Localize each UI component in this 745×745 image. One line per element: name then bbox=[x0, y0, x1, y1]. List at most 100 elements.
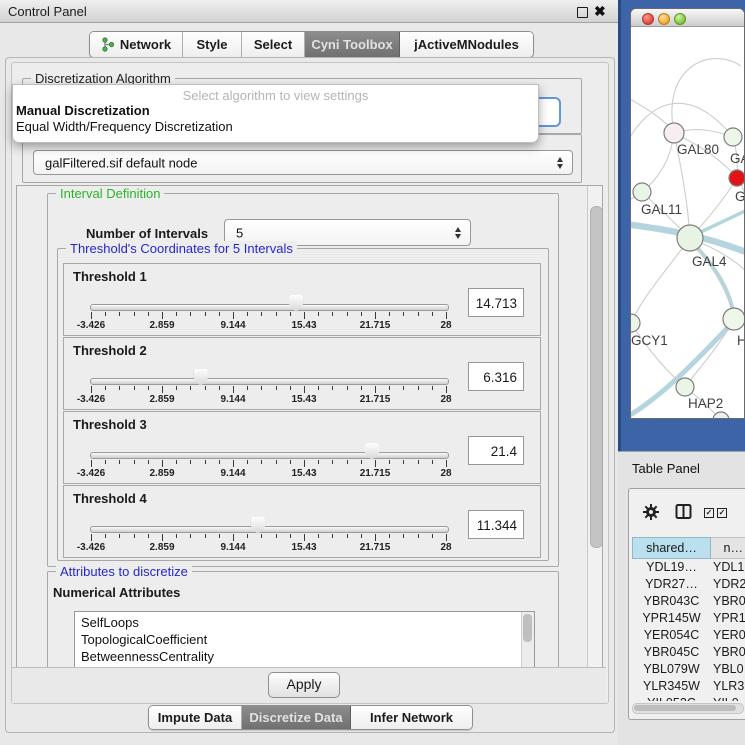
tab-cyni-toolbox[interactable]: Cyni Toolbox bbox=[305, 32, 400, 57]
network-node-gal80[interactable] bbox=[664, 123, 684, 143]
cell-name: YDR2… bbox=[711, 576, 745, 593]
close-icon[interactable]: ✖ bbox=[594, 3, 606, 20]
slider-tick bbox=[205, 534, 206, 538]
cell-shared-name: YDL19… bbox=[632, 559, 711, 576]
tab-impute-data[interactable]: Impute Data bbox=[149, 706, 242, 729]
slider-track[interactable] bbox=[90, 304, 449, 311]
table-row[interactable]: YBL079WYBL0… bbox=[632, 661, 745, 678]
scrollbar-thumb[interactable] bbox=[590, 206, 603, 548]
tick-label: 28 bbox=[440, 542, 451, 553]
threshold-label: Threshold 3 bbox=[73, 417, 147, 432]
apply-strip: Apply bbox=[12, 667, 606, 703]
tab-discretize-data[interactable]: Discretize Data bbox=[242, 706, 351, 729]
apply-button[interactable]: Apply bbox=[268, 672, 340, 698]
slider-tick bbox=[176, 460, 177, 464]
cell-name: YER0… bbox=[711, 627, 745, 644]
column-header-name[interactable]: n… bbox=[711, 537, 745, 559]
bottom-tab-bar: Impute DataDiscretize DataInfer Network bbox=[148, 705, 473, 730]
cell-name: YBR0… bbox=[711, 644, 745, 661]
gear-icon[interactable] bbox=[643, 504, 659, 520]
list-scrollbar[interactable] bbox=[521, 612, 534, 669]
tab-select[interactable]: Select bbox=[242, 32, 305, 57]
tab-network[interactable]: Network bbox=[90, 32, 183, 57]
algorithm-option[interactable]: Manual Discretization bbox=[16, 103, 535, 118]
tab-jactivemnodules[interactable]: jActiveMNodules bbox=[400, 32, 533, 57]
network-window-titlebar[interactable] bbox=[631, 9, 744, 27]
slider-tick bbox=[219, 460, 220, 464]
cell-name: YDL1… bbox=[711, 559, 745, 576]
slider-tick bbox=[105, 534, 106, 538]
cell-name: YLR3… bbox=[711, 678, 745, 695]
checkbox-icon[interactable]: ✓ bbox=[704, 508, 714, 518]
network-node-g[interactable] bbox=[729, 170, 744, 186]
table-row[interactable]: YLR345WYLR3… bbox=[632, 678, 745, 695]
attribute-item[interactable]: BetweennessCentrality bbox=[81, 648, 534, 665]
slider-track[interactable] bbox=[90, 526, 449, 533]
slider-tick bbox=[205, 386, 206, 390]
settings-scrollbar[interactable] bbox=[587, 186, 602, 668]
tick-label: 9.144 bbox=[220, 542, 245, 553]
zoom-traffic-light[interactable] bbox=[674, 13, 686, 25]
slider-tick bbox=[446, 460, 447, 467]
slider-tick bbox=[432, 386, 433, 390]
table-row[interactable]: YDL19…YDL1… bbox=[632, 559, 745, 576]
table-row[interactable]: YPR145WYPR1… bbox=[632, 610, 745, 627]
combo-spinner-icon[interactable] bbox=[455, 227, 462, 239]
slider-tick bbox=[148, 460, 149, 464]
slider-track[interactable] bbox=[90, 378, 449, 385]
tick-label: 2.859 bbox=[149, 542, 174, 553]
network-node-hap2[interactable] bbox=[676, 378, 694, 396]
algorithm-option[interactable]: Equal Width/Frequency Discretization bbox=[16, 119, 535, 134]
slider-tick bbox=[119, 534, 120, 538]
threshold-value-field[interactable]: 6.316 bbox=[468, 362, 524, 391]
panel-title: Control Panel bbox=[8, 4, 87, 19]
slider-tick bbox=[134, 386, 135, 390]
tab-infer-network[interactable]: Infer Network bbox=[351, 706, 472, 729]
slider-tick bbox=[332, 312, 333, 316]
slider-tick bbox=[403, 460, 404, 464]
slider-tick bbox=[375, 460, 376, 467]
tab-style[interactable]: Style bbox=[183, 32, 242, 57]
columns-icon[interactable] bbox=[675, 503, 692, 520]
network-node-gal11[interactable] bbox=[633, 183, 651, 201]
tick-label: 21.715 bbox=[360, 320, 391, 331]
table-data-combo[interactable]: galFiltered.sif default node bbox=[33, 150, 573, 175]
cell-shared-name: YBR045C bbox=[632, 644, 711, 661]
cell-name: YBR0… bbox=[711, 593, 745, 610]
table-row[interactable]: YBR043CYBR0… bbox=[632, 593, 745, 610]
combo-spinner-icon[interactable] bbox=[557, 157, 564, 169]
network-node-ga[interactable] bbox=[724, 128, 742, 146]
attribute-item[interactable]: SelfLoops bbox=[81, 614, 534, 631]
tick-label: 15.43 bbox=[291, 542, 316, 553]
slider-tick bbox=[148, 312, 149, 316]
tick-label: 15.43 bbox=[291, 320, 316, 331]
table-row[interactable]: YIL052CYIL0… bbox=[632, 695, 745, 701]
close-traffic-light[interactable] bbox=[642, 13, 654, 25]
slider-tick bbox=[190, 312, 191, 316]
network-node-gal4[interactable] bbox=[677, 225, 703, 251]
threshold-value-field[interactable]: 21.4 bbox=[468, 436, 524, 465]
slider-tick bbox=[375, 534, 376, 541]
table-row[interactable]: YBR045CYBR0… bbox=[632, 644, 745, 661]
table-hscrollbar[interactable] bbox=[632, 703, 744, 714]
table-row[interactable]: YDR27…YDR2… bbox=[632, 576, 745, 593]
column-header-shared[interactable]: shared… bbox=[632, 537, 711, 559]
network-node-h[interactable] bbox=[723, 308, 744, 330]
network-canvas[interactable]: GAL80GAGGAL11GAL4GCY1HHAP2 bbox=[631, 26, 744, 419]
table-row[interactable]: YER054CYER0… bbox=[632, 627, 745, 644]
slider-tick bbox=[332, 386, 333, 390]
checkbox-icon[interactable]: ✓ bbox=[717, 508, 727, 518]
node-label: GCY1 bbox=[631, 333, 668, 348]
slider-tick bbox=[446, 312, 447, 319]
network-node-gcy1[interactable] bbox=[631, 314, 640, 332]
minimize-traffic-light[interactable] bbox=[658, 13, 670, 25]
threshold-value-field[interactable]: 11.344 bbox=[468, 510, 524, 539]
slider-tick bbox=[389, 386, 390, 390]
threshold-value-field[interactable]: 14.713 bbox=[468, 288, 524, 317]
attribute-item[interactable]: TopologicalCoefficient bbox=[81, 631, 534, 648]
slider-tick bbox=[261, 312, 262, 316]
network-node[interactable] bbox=[713, 412, 729, 419]
float-window-icon[interactable] bbox=[577, 7, 588, 18]
algorithm-dropdown-popup: Select algorithm to view settings Manual… bbox=[12, 84, 539, 143]
slider-track[interactable] bbox=[90, 452, 449, 459]
